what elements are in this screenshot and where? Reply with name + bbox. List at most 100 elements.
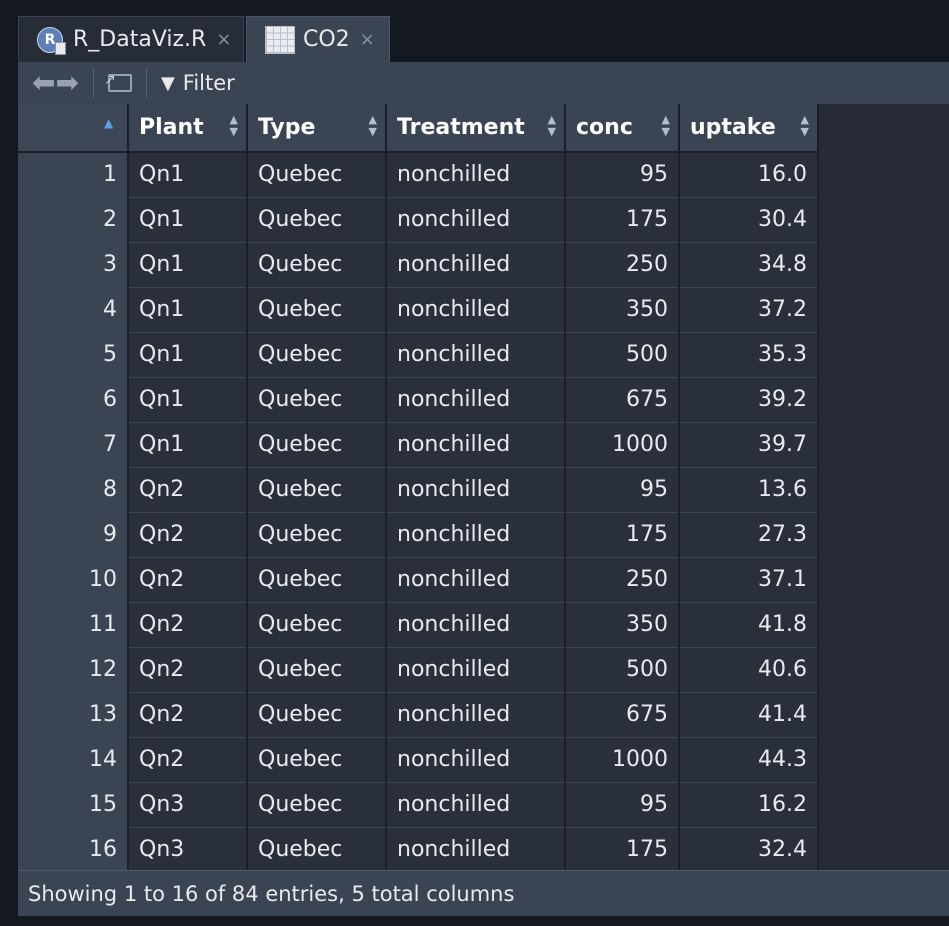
cell-conc: 675 (565, 377, 680, 423)
table-row[interactable]: 5 Qn1 Quebec nonchilled 500 35.3 (18, 332, 819, 378)
table-row[interactable]: 3 Qn1 Quebec nonchilled 250 34.8 (18, 242, 819, 288)
row-number: 13 (18, 692, 129, 738)
row-number: 1 (18, 152, 129, 198)
cell-plant: Qn1 (128, 422, 248, 468)
cell-type: Quebec (247, 647, 387, 693)
cell-uptake: 44.3 (679, 737, 819, 783)
table-row[interactable]: 10 Qn2 Quebec nonchilled 250 37.1 (18, 557, 819, 603)
cell-type: Quebec (247, 557, 387, 603)
cell-type: Quebec (247, 782, 387, 828)
cell-treatment: nonchilled (386, 737, 566, 783)
cell-type: Quebec (247, 467, 387, 513)
cell-plant: Qn1 (128, 332, 248, 378)
filter-icon: ▼ (160, 72, 175, 94)
cell-conc: 95 (565, 782, 680, 828)
table-row[interactable]: 11 Qn2 Quebec nonchilled 350 41.8 (18, 602, 819, 648)
cell-treatment: nonchilled (386, 512, 566, 558)
table-row[interactable]: 7 Qn1 Quebec nonchilled 1000 39.7 (18, 422, 819, 468)
column-header-uptake[interactable]: uptake ▲ ▼ (679, 104, 819, 153)
sort-icon: ▲ ▼ (368, 113, 377, 138)
column-header-conc[interactable]: conc ▲ ▼ (565, 104, 680, 153)
cell-conc: 500 (565, 332, 680, 378)
column-header-treatment[interactable]: Treatment ▲ ▼ (386, 104, 566, 153)
row-number: 4 (18, 287, 129, 333)
cell-type: Quebec (247, 152, 387, 198)
cell-treatment: nonchilled (386, 827, 566, 870)
table-row[interactable]: 8 Qn2 Quebec nonchilled 95 13.6 (18, 467, 819, 513)
row-number: 12 (18, 647, 129, 693)
viewer-toolbar: ⬅ ➡ ▼ Filter (18, 62, 949, 104)
row-number: 3 (18, 242, 129, 288)
entries-summary: Showing 1 to 16 of 84 entries, 5 total c… (28, 881, 515, 906)
toolbar-divider (92, 68, 94, 98)
bottom-border (0, 916, 949, 926)
cell-uptake: 35.3 (679, 332, 819, 378)
cell-type: Quebec (247, 827, 387, 870)
cell-uptake: 32.4 (679, 827, 819, 870)
cell-uptake: 39.7 (679, 422, 819, 468)
table-row[interactable]: 1 Qn1 Quebec nonchilled 95 16.0 (18, 152, 819, 198)
table-row[interactable]: 13 Qn2 Quebec nonchilled 675 41.4 (18, 692, 819, 738)
cell-plant: Qn1 (128, 197, 248, 243)
cell-treatment: nonchilled (386, 647, 566, 693)
table-row[interactable]: 9 Qn2 Quebec nonchilled 175 27.3 (18, 512, 819, 558)
cell-uptake: 41.8 (679, 602, 819, 648)
cell-uptake: 30.4 (679, 197, 819, 243)
table-row[interactable]: 2 Qn1 Quebec nonchilled 175 30.4 (18, 197, 819, 243)
column-header-type[interactable]: Type ▲ ▼ (247, 104, 387, 153)
tab-label: CO2 (303, 27, 350, 52)
popout-window-icon[interactable] (104, 72, 132, 92)
table-row[interactable]: 14 Qn2 Quebec nonchilled 1000 44.3 (18, 737, 819, 783)
cell-plant: Qn3 (128, 827, 248, 870)
tab-co2[interactable]: CO2 × (246, 16, 390, 62)
close-icon[interactable]: × (360, 29, 375, 50)
cell-conc: 175 (565, 197, 680, 243)
back-arrow-icon[interactable]: ⬅ (32, 69, 55, 97)
data-grid: ▲ Plant ▲ ▼ Type ▲ ▼ Treatment ▲ ▼ conc ▲ ▼ upta… (18, 104, 949, 870)
column-header-plant[interactable]: Plant ▲ ▼ (128, 104, 248, 153)
tab-r-dataviz[interactable]: R R_DataViz.R × (18, 16, 244, 62)
row-number: 5 (18, 332, 129, 378)
grid-icon (265, 25, 295, 54)
cell-conc: 250 (565, 557, 680, 603)
tab-label: R_DataViz.R (73, 27, 207, 52)
row-number: 10 (18, 557, 129, 603)
table-row[interactable]: 6 Qn1 Quebec nonchilled 675 39.2 (18, 377, 819, 423)
cell-conc: 350 (565, 287, 680, 333)
cell-conc: 1000 (565, 737, 680, 783)
toolbar-divider (145, 68, 147, 98)
cell-plant: Qn2 (128, 647, 248, 693)
cell-conc: 95 (565, 152, 680, 198)
data-table: ▲ Plant ▲ ▼ Type ▲ ▼ Treatment ▲ ▼ conc ▲ ▼ upta… (18, 104, 819, 870)
cell-plant: Qn1 (128, 287, 248, 333)
cell-conc: 500 (565, 647, 680, 693)
cell-uptake: 16.0 (679, 152, 819, 198)
forward-arrow-icon[interactable]: ➡ (55, 69, 78, 97)
cell-conc: 250 (565, 242, 680, 288)
table-row[interactable]: 16 Qn3 Quebec nonchilled 175 32.4 (18, 827, 819, 870)
cell-plant: Qn1 (128, 377, 248, 423)
table-row[interactable]: 12 Qn2 Quebec nonchilled 500 40.6 (18, 647, 819, 693)
close-icon[interactable]: × (216, 29, 231, 50)
row-number: 7 (18, 422, 129, 468)
sort-icon: ▲ ▼ (661, 113, 670, 138)
table-row[interactable]: 15 Qn3 Quebec nonchilled 95 16.2 (18, 782, 819, 828)
cell-conc: 175 (565, 512, 680, 558)
cell-treatment: nonchilled (386, 467, 566, 513)
sort-icon: ▲ ▼ (547, 113, 556, 138)
filter-label: Filter (182, 71, 235, 95)
cell-plant: Qn2 (128, 602, 248, 648)
cell-type: Quebec (247, 692, 387, 738)
table-row[interactable]: 4 Qn1 Quebec nonchilled 350 37.2 (18, 287, 819, 333)
cell-plant: Qn3 (128, 782, 248, 828)
sort-icon: ▲ ▼ (800, 113, 809, 138)
row-number: 6 (18, 377, 129, 423)
cell-type: Quebec (247, 377, 387, 423)
cell-type: Quebec (247, 602, 387, 648)
cell-type: Quebec (247, 737, 387, 783)
row-number-header[interactable]: ▲ (18, 104, 129, 153)
status-bar: Showing 1 to 16 of 84 entries, 5 total c… (18, 870, 949, 916)
filter-button[interactable]: ▼ Filter (161, 71, 235, 95)
r-file-icon: R (37, 26, 66, 55)
row-number: 14 (18, 737, 129, 783)
